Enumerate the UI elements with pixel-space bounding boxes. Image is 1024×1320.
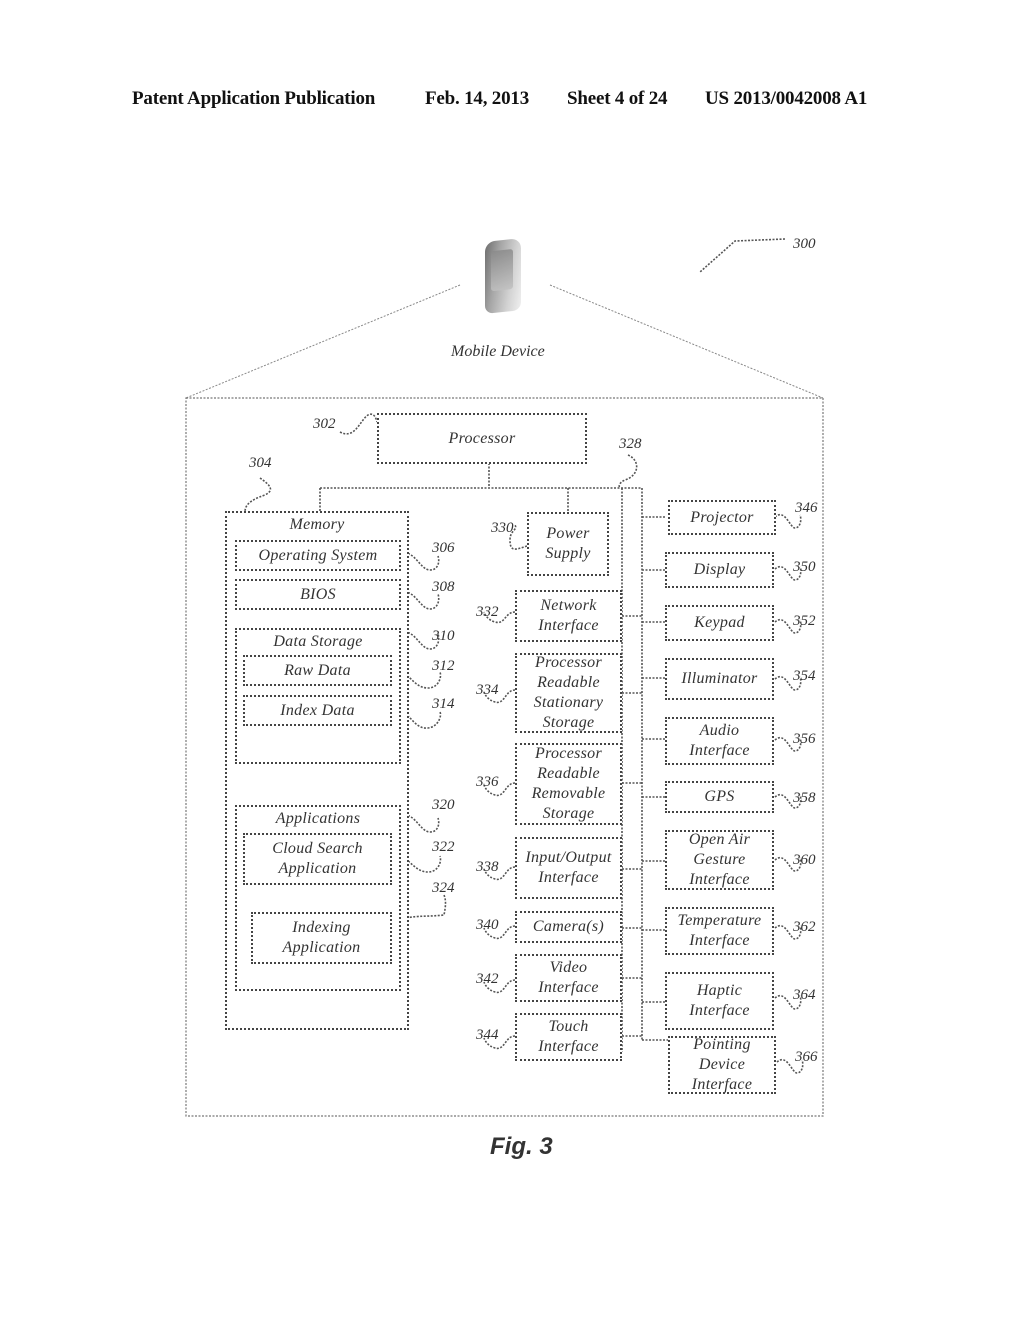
ref-338: 338	[476, 859, 499, 875]
ref-334: 334	[476, 682, 499, 698]
cloud-search-application-box: Cloud Search Application	[243, 833, 392, 885]
ref-302: 302	[313, 416, 336, 432]
projection-line-left	[185, 284, 461, 399]
ref-330: 330	[491, 520, 514, 536]
gps-box: GPS	[665, 781, 774, 813]
leader-328	[618, 454, 638, 489]
pointing-device-interface-box: Pointing Device Interface	[668, 1036, 776, 1094]
ref-356: 356	[793, 731, 816, 747]
network-interface-box: Network Interface	[515, 590, 622, 642]
ref-312: 312	[432, 658, 455, 674]
ref-346: 346	[795, 500, 818, 516]
ref-304: 304	[249, 455, 272, 471]
open-air-gesture-interface-box: Open Air Gesture Interface	[665, 830, 774, 890]
ref-322: 322	[432, 839, 455, 855]
leader-304	[244, 477, 272, 513]
projector-box: Projector	[668, 500, 776, 535]
removable-storage-box: Processor Readable Removable Storage	[515, 743, 622, 825]
ref-344: 344	[476, 1027, 499, 1043]
ref-350: 350	[793, 559, 816, 575]
processor-box: Processor	[377, 413, 587, 464]
ref-314: 314	[432, 696, 455, 712]
operating-system-box: Operating System	[235, 540, 401, 571]
ref-310: 310	[432, 628, 455, 644]
temperature-interface-box: Temperature Interface	[665, 907, 774, 955]
ref-358: 358	[793, 790, 816, 806]
ref-300-leader	[699, 238, 786, 273]
ref-308: 308	[432, 579, 455, 595]
keypad-box: Keypad	[665, 605, 774, 641]
power-supply-box: Power Supply	[527, 512, 609, 576]
illuminator-box: Illuminator	[665, 658, 774, 700]
applications-label: Applications	[275, 810, 361, 827]
ref-300: 300	[793, 236, 816, 252]
mobile-device-icon	[485, 238, 521, 314]
ref-362: 362	[793, 919, 816, 935]
video-interface-box: Video Interface	[515, 954, 622, 1002]
ref-340: 340	[476, 917, 499, 933]
display-box: Display	[665, 552, 774, 588]
touch-interface-box: Touch Interface	[515, 1013, 622, 1061]
input-output-interface-box: Input/Output Interface	[515, 837, 622, 899]
projection-line-right	[549, 284, 824, 399]
index-data-box: Index Data	[243, 695, 392, 726]
memory-label: Memory	[289, 516, 345, 533]
data-storage-label: Data Storage	[273, 633, 363, 650]
ref-336: 336	[476, 774, 499, 790]
diagram-connectors	[185, 238, 824, 1117]
ref-360: 360	[793, 852, 816, 868]
mobile-device-label: Mobile Device	[451, 343, 545, 360]
ref-332: 332	[476, 604, 499, 620]
ref-306: 306	[432, 540, 455, 556]
ref-366: 366	[795, 1049, 818, 1065]
ref-364: 364	[793, 987, 816, 1003]
indexing-application-box: Indexing Application	[251, 912, 392, 964]
ref-324: 324	[432, 880, 455, 896]
bios-box: BIOS	[235, 579, 401, 610]
ref-342: 342	[476, 971, 499, 987]
ref-328: 328	[619, 436, 642, 452]
leader-302	[339, 413, 378, 435]
raw-data-box: Raw Data	[243, 655, 392, 686]
ref-320: 320	[432, 797, 455, 813]
audio-interface-box: Audio Interface	[665, 717, 774, 765]
ref-354: 354	[793, 668, 816, 684]
figure-caption: Fig. 3	[490, 1133, 553, 1160]
cameras-box: Camera(s)	[515, 911, 622, 943]
stationary-storage-box: Processor Readable Stationary Storage	[515, 653, 622, 733]
ref-352: 352	[793, 613, 816, 629]
haptic-interface-box: Haptic Interface	[665, 972, 774, 1030]
